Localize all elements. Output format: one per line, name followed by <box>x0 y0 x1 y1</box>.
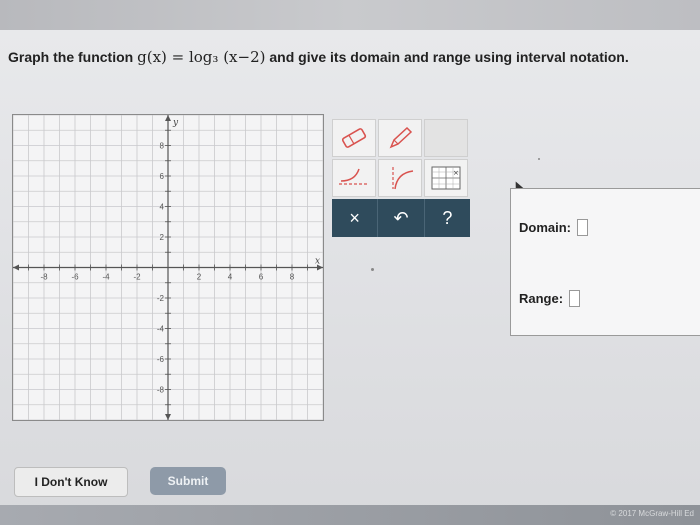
domain-input[interactable] <box>577 219 588 236</box>
y-tick-label: 8 <box>160 142 165 151</box>
eraser-tool[interactable] <box>332 119 376 157</box>
answer-panel: Domain: Range: <box>510 188 700 336</box>
y-tick-label: -6 <box>157 355 165 364</box>
submit-button[interactable]: Submit <box>150 467 226 495</box>
empty-tool-slot <box>424 119 468 157</box>
pencil-tool[interactable] <box>378 119 422 157</box>
x-axis-label: x <box>315 257 320 267</box>
x-tick-label: -6 <box>71 273 79 282</box>
domain-row: Domain: <box>519 219 588 236</box>
svg-text:×: × <box>453 169 459 177</box>
undo-button[interactable]: ↶ <box>378 199 425 237</box>
range-row: Range: <box>519 290 581 307</box>
footer-bar: © 2017 McGraw-Hill Ed <box>0 505 700 525</box>
action-bar: × ↶ ? <box>332 199 470 237</box>
domain-label: Domain: <box>519 220 571 235</box>
y-axis-arrow-up <box>165 115 171 121</box>
x-tick-label: -8 <box>40 273 48 282</box>
x-tick-label: 4 <box>228 273 233 282</box>
eraser-icon <box>341 128 367 148</box>
x-tick-label: -2 <box>133 273 141 282</box>
question-prompt: Graph the function g(x) = log₃ (x−2) and… <box>8 48 688 66</box>
stray-dot <box>371 268 374 271</box>
x-axis-arrow-left <box>13 264 19 271</box>
graph-canvas[interactable]: -8 -6 -4 -2 2 4 6 8 8 6 4 2 -2 -4 -6 -8 x y <box>12 114 324 421</box>
y-axis-label: y <box>172 118 179 128</box>
log-curve-tool[interactable] <box>378 159 422 197</box>
graph-svg[interactable]: -8 -6 -4 -2 2 4 6 8 8 6 4 2 -2 -4 -6 -8 x y <box>13 115 323 420</box>
question-prefix: Graph the function <box>8 49 138 65</box>
y-axis-arrow-down <box>165 414 171 420</box>
help-button[interactable]: ? <box>425 199 470 237</box>
grid-plot-icon: × <box>431 166 461 190</box>
graph-toolbar: × × ↶ ? <box>332 119 470 237</box>
top-strip <box>0 0 700 30</box>
asymptote-curve-tool[interactable] <box>332 159 376 197</box>
range-input[interactable] <box>569 290 581 307</box>
horizontal-asymptote-curve-icon <box>339 168 369 185</box>
copyright-text: © 2017 McGraw-Hill Ed <box>610 509 694 518</box>
x-tick-label: 8 <box>290 273 295 282</box>
clear-button[interactable]: × <box>332 199 379 237</box>
y-tick-label: 4 <box>160 203 165 212</box>
y-tick-label: -4 <box>157 325 165 334</box>
x-tick-label: 6 <box>259 273 264 282</box>
y-tick-label: 2 <box>160 233 165 242</box>
x-tick-label: -4 <box>102 273 110 282</box>
question-suffix: and give its domain and range using inte… <box>265 49 629 65</box>
dont-know-button[interactable]: I Don't Know <box>14 467 128 497</box>
log-curve-icon <box>392 167 414 190</box>
range-label: Range: <box>519 291 564 306</box>
stray-dot <box>538 158 540 160</box>
y-tick-label: 6 <box>160 172 165 181</box>
grid-tool[interactable]: × <box>424 159 468 197</box>
function-math: g(x) = log₃ (x−2) <box>137 48 266 66</box>
pencil-icon <box>389 126 413 149</box>
y-tick-label: -2 <box>157 294 165 303</box>
x-tick-label: 2 <box>197 273 202 282</box>
y-tick-label: -8 <box>157 386 165 395</box>
